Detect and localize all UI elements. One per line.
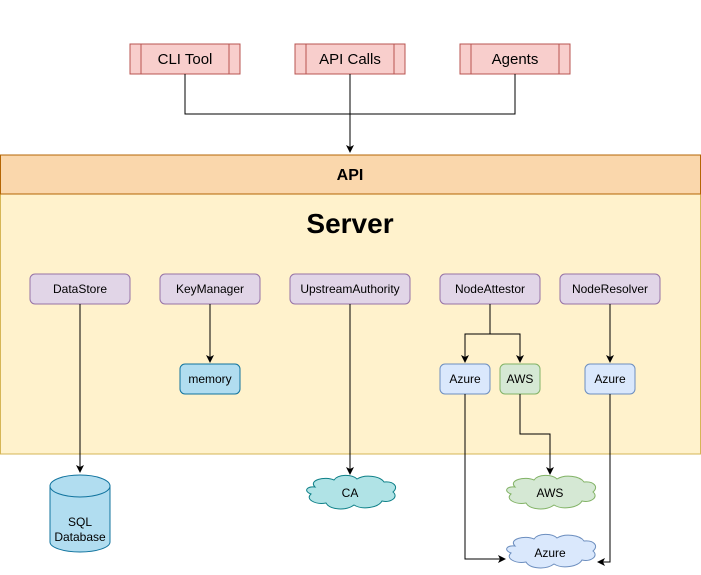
aws-cloud-label: AWS — [537, 486, 564, 500]
client-agents[interactable]: Agents — [459, 43, 571, 75]
sql-database-line1: SQL — [68, 515, 92, 529]
impl-resolver-azure-label: Azure — [594, 372, 626, 386]
plugin-upstreamauthority-label: UpstreamAuthority — [300, 282, 399, 296]
client-cli-tool[interactable]: CLI Tool — [129, 43, 241, 75]
plugin-upstreamauthority[interactable]: UpstreamAuthority — [289, 273, 411, 305]
external-sql-database[interactable]: SQL Database — [49, 474, 111, 553]
connector-clients-to-api — [184, 74, 516, 152]
impl-attestor-azure[interactable]: Azure — [439, 363, 491, 395]
impl-resolver-azure[interactable]: Azure — [584, 363, 636, 395]
ca-cloud-label: CA — [342, 486, 359, 500]
architecture-diagram: API Server CLI Tool API Calls Agents Dat… — [0, 43, 701, 569]
client-agents-label: Agents — [492, 51, 539, 68]
plugin-noderesolver-label: NodeResolver — [572, 282, 648, 296]
client-api-calls-label: API Calls — [319, 51, 381, 68]
server-title: Server — [306, 208, 393, 239]
impl-memory-label: memory — [188, 372, 231, 386]
external-azure-cloud[interactable]: Azure — [506, 533, 597, 569]
plugin-keymanager-label: KeyManager — [176, 282, 244, 296]
api-bar-label: API — [337, 167, 364, 184]
plugin-datastore-label: DataStore — [53, 282, 107, 296]
external-ca-cloud[interactable]: CA — [306, 474, 397, 510]
external-aws-cloud[interactable]: AWS — [506, 474, 597, 510]
impl-memory[interactable]: memory — [179, 363, 241, 395]
plugin-nodeattestor-label: NodeAttestor — [455, 282, 525, 296]
plugin-noderesolver[interactable]: NodeResolver — [559, 273, 661, 305]
plugin-nodeattestor[interactable]: NodeAttestor — [439, 273, 541, 305]
plugin-keymanager[interactable]: KeyManager — [159, 273, 261, 305]
impl-attestor-aws[interactable]: AWS — [499, 363, 541, 395]
impl-attestor-azure-label: Azure — [449, 372, 481, 386]
azure-cloud-label: Azure — [534, 546, 566, 560]
sql-database-line2: Database — [54, 530, 106, 544]
client-api-calls[interactable]: API Calls — [294, 43, 406, 75]
client-cli-tool-label: CLI Tool — [158, 51, 213, 68]
impl-attestor-aws-label: AWS — [507, 372, 534, 386]
plugin-datastore[interactable]: DataStore — [29, 273, 131, 305]
